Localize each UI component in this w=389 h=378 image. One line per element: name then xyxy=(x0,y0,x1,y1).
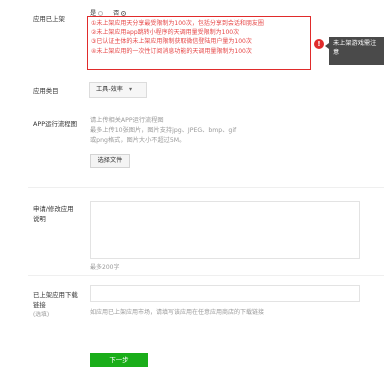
warning-line-1: ①未上架应用天分享最受限制为100次，包括分享到会话和朋友圈 xyxy=(91,19,264,27)
app-online-label: 应用已上架 xyxy=(33,15,65,23)
flowchart-hints: 请上传相关APP运行流程图 最多上传10张图片，图片支持jpg、JPEG、bmp… xyxy=(90,116,236,145)
modify-textarea[interactable] xyxy=(90,201,360,259)
flowchart-label: APP运行流程图 xyxy=(33,120,78,128)
warning-icon: ! xyxy=(314,39,324,49)
warning-line-2: ②未上架应用app跳转小程序的天调用量受限制为100次 xyxy=(91,28,240,36)
category-label: 应用类目 xyxy=(33,87,59,95)
flowchart-hint-2: 最多上传10张图片，图片支持jpg、JPEG、bmp、gif xyxy=(90,126,237,134)
category-value: 工具-效率 xyxy=(96,86,123,93)
warning-line-4: ④未上架应用的一次性订阅消息功能的天调用量限制为100次 xyxy=(91,47,252,55)
radio-no[interactable] xyxy=(121,10,127,16)
divider xyxy=(28,187,384,188)
next-button[interactable]: 下一步 xyxy=(90,353,148,367)
warning-box: ①未上架应用天分享最受限制为100次，包括分享到会话和朋友圈 ②未上架应用app… xyxy=(87,16,311,70)
flowchart-hint-1: 请上传相关APP运行流程图 xyxy=(90,117,164,124)
category-select[interactable]: 工具-效率 ▾ xyxy=(89,82,147,98)
chevron-down-icon: ▾ xyxy=(128,86,133,93)
choose-file-button[interactable]: 选择文件 xyxy=(90,154,130,168)
download-label: 已上架应用下载 链接 (选填) xyxy=(33,291,78,318)
flowchart-hint-3: 或png格式，图片大小不超过5M。 xyxy=(90,136,186,144)
download-hint: 如应用已上架应用市场，请填写该应用在任意应用商店的下载链接 xyxy=(90,309,265,316)
modify-label: 申请/修改应用 说明 xyxy=(33,205,74,223)
divider xyxy=(28,275,384,276)
modify-hint: 最多200字 xyxy=(90,264,120,271)
notice-tooltip: 未上架游戏需注意 xyxy=(325,37,384,65)
radio-yes[interactable] xyxy=(98,10,104,16)
warning-line-3: ③已认证主体的未上架应用限制获取微信登陆用户量为100次 xyxy=(91,38,252,46)
download-link-input[interactable] xyxy=(90,285,360,302)
